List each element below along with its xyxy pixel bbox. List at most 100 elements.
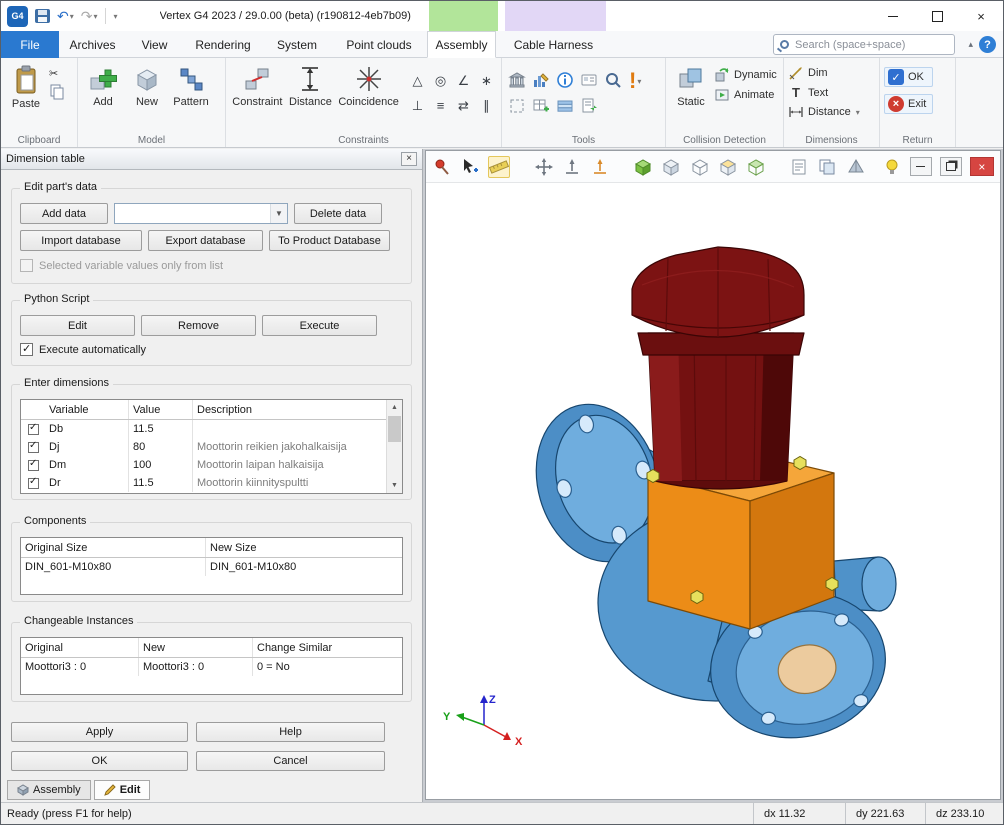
viewport-restore-button[interactable] (940, 157, 962, 176)
measure-tool-icon[interactable] (488, 156, 510, 178)
frame-icon[interactable] (506, 95, 528, 117)
distance-measure-button[interactable]: Distance ▾ (788, 104, 860, 120)
add-button[interactable]: Add (82, 61, 124, 108)
row-checkbox[interactable] (28, 442, 39, 453)
scroll-up-icon[interactable]: ▲ (387, 400, 402, 415)
library-icon[interactable] (506, 69, 528, 91)
ok-button[interactable]: ✓ OK (884, 67, 933, 87)
constraint-swap-icon[interactable]: ⇄ (453, 94, 474, 117)
align-up-icon[interactable] (562, 156, 582, 178)
tab-file[interactable]: File (1, 31, 59, 58)
bottom-tab-assembly[interactable]: Assembly (7, 780, 91, 800)
dynamic-button[interactable]: Dynamic (714, 67, 777, 83)
python-edit-button[interactable]: Edit (20, 315, 135, 336)
to-product-database-button[interactable]: To Product Database (269, 230, 390, 251)
save-button[interactable] (35, 9, 50, 23)
maximize-button[interactable] (915, 1, 959, 31)
tab-view[interactable]: View (126, 31, 183, 58)
section-cube-icon[interactable] (718, 156, 738, 178)
redo-dropdown-icon[interactable]: ▾ (93, 12, 97, 21)
import-database-button[interactable]: Import database (20, 230, 142, 251)
row-checkbox[interactable] (28, 478, 39, 489)
scrollbar-thumb[interactable] (388, 416, 401, 442)
cancel-button[interactable]: Cancel (196, 751, 385, 771)
3d-model[interactable]: Z X Y (426, 183, 1000, 799)
data-select[interactable]: ▼ (114, 203, 288, 224)
align-up-active-icon[interactable] (590, 156, 610, 178)
constraint-symmetry-icon[interactable]: ∗ (476, 69, 497, 92)
search-input[interactable]: Search (space+space) (773, 34, 955, 55)
cut-button[interactable]: ✂ (49, 67, 65, 80)
id-card-icon[interactable] (578, 69, 600, 91)
ribbon-collapse-icon[interactable]: ▴ (968, 39, 973, 50)
delete-data-button[interactable]: Delete data (294, 203, 382, 224)
constraint-parallel-lines-icon[interactable]: ≡ (430, 94, 451, 117)
tab-archives[interactable]: Archives (59, 31, 126, 58)
constraint-parallel-icon[interactable]: ∥ (476, 94, 497, 117)
collision-warning-button[interactable]: !▾ (629, 61, 641, 91)
selected-only-checkbox[interactable] (20, 259, 33, 272)
constraint-angle2-icon[interactable]: ∠ (453, 69, 474, 92)
instance-row[interactable]: Moottori3 : 0 Moottori3 : 0 0 = No (21, 658, 402, 676)
apply-button[interactable]: Apply (11, 722, 188, 742)
python-remove-button[interactable]: Remove (141, 315, 256, 336)
bottom-tab-edit[interactable]: Edit (94, 780, 151, 800)
table-blue-icon[interactable] (554, 95, 576, 117)
python-execute-button[interactable]: Execute (262, 315, 377, 336)
table-scrollbar[interactable]: ▲ ▼ (386, 400, 402, 493)
static-button[interactable]: Static (670, 61, 712, 108)
hidden-line-cube-icon[interactable] (690, 156, 710, 178)
chart-edit-icon[interactable] (530, 69, 552, 91)
distance-dropdown-icon[interactable]: ▾ (856, 108, 860, 117)
wireframe-cube-icon[interactable] (661, 156, 681, 178)
pyramid-view-icon[interactable] (845, 156, 865, 178)
instances-table[interactable]: Original New Change Similar Moottori3 : … (20, 637, 403, 695)
export-doc-icon[interactable] (578, 95, 600, 117)
viewport-close-button[interactable]: × (970, 157, 994, 176)
tab-system[interactable]: System (263, 31, 331, 58)
dimension-row[interactable]: Dj 80 Moottorin reikien jakohalkaisija (21, 438, 386, 456)
export-database-button[interactable]: Export database (148, 230, 263, 251)
tab-assembly[interactable]: Assembly (427, 31, 496, 58)
shaded-cube-icon[interactable] (633, 156, 653, 178)
exit-button[interactable]: × Exit (884, 94, 933, 114)
qat-customize-button[interactable]: ▾ (113, 12, 118, 21)
redo-button[interactable]: ↷▾ (81, 8, 98, 25)
constraint-concentric-icon[interactable]: ◎ (430, 69, 451, 92)
execute-automatically-checkbox[interactable] (20, 343, 33, 356)
paste-button[interactable]: Paste (5, 61, 47, 110)
tab-rendering[interactable]: Rendering (183, 31, 263, 58)
component-row[interactable]: DIN_601-M10x80 DIN_601-M10x80 (21, 558, 402, 576)
lightbulb-icon[interactable] (882, 156, 902, 178)
move-xyz-icon[interactable] (534, 156, 554, 178)
dimension-row[interactable]: Dm 100 Moottorin laipan halkaisija (21, 456, 386, 474)
viewport-minimize-button[interactable] (910, 157, 932, 176)
pattern-button[interactable]: Pattern (170, 61, 212, 108)
tab-point-clouds[interactable]: Point clouds (331, 31, 427, 58)
distance-button[interactable]: Distance (287, 61, 335, 108)
table-add-icon[interactable] (530, 95, 552, 117)
add-data-button[interactable]: Add data (20, 203, 108, 224)
pin-icon[interactable] (432, 156, 452, 178)
minimize-button[interactable] (871, 1, 915, 31)
animate-button[interactable]: Animate (714, 87, 777, 103)
constraint-button[interactable]: Constraint (230, 61, 285, 108)
constraint-perpendicular-icon[interactable]: ⊥ (407, 94, 428, 117)
text-button[interactable]: T Text (788, 85, 860, 100)
warning-dropdown-icon[interactable]: ▾ (637, 77, 641, 86)
help-button-panel[interactable]: Help (196, 722, 385, 742)
new-button[interactable]: New (126, 61, 168, 108)
find-icon[interactable] (602, 69, 624, 91)
coincidence-button[interactable]: Coincidence (336, 61, 401, 108)
constraint-angle-icon[interactable]: △ (407, 69, 428, 92)
transparent-cube-icon[interactable] (746, 156, 766, 178)
select-add-icon[interactable] (460, 156, 480, 178)
panel-close-button[interactable]: × (401, 152, 417, 166)
row-checkbox[interactable] (28, 460, 39, 471)
help-button[interactable]: ? (979, 36, 996, 53)
row-checkbox[interactable] (28, 424, 39, 435)
model-canvas[interactable]: Z X Y (426, 183, 1000, 799)
scroll-down-icon[interactable]: ▼ (387, 478, 402, 493)
close-button[interactable]: × (959, 1, 1003, 31)
copy-button[interactable] (49, 84, 65, 100)
